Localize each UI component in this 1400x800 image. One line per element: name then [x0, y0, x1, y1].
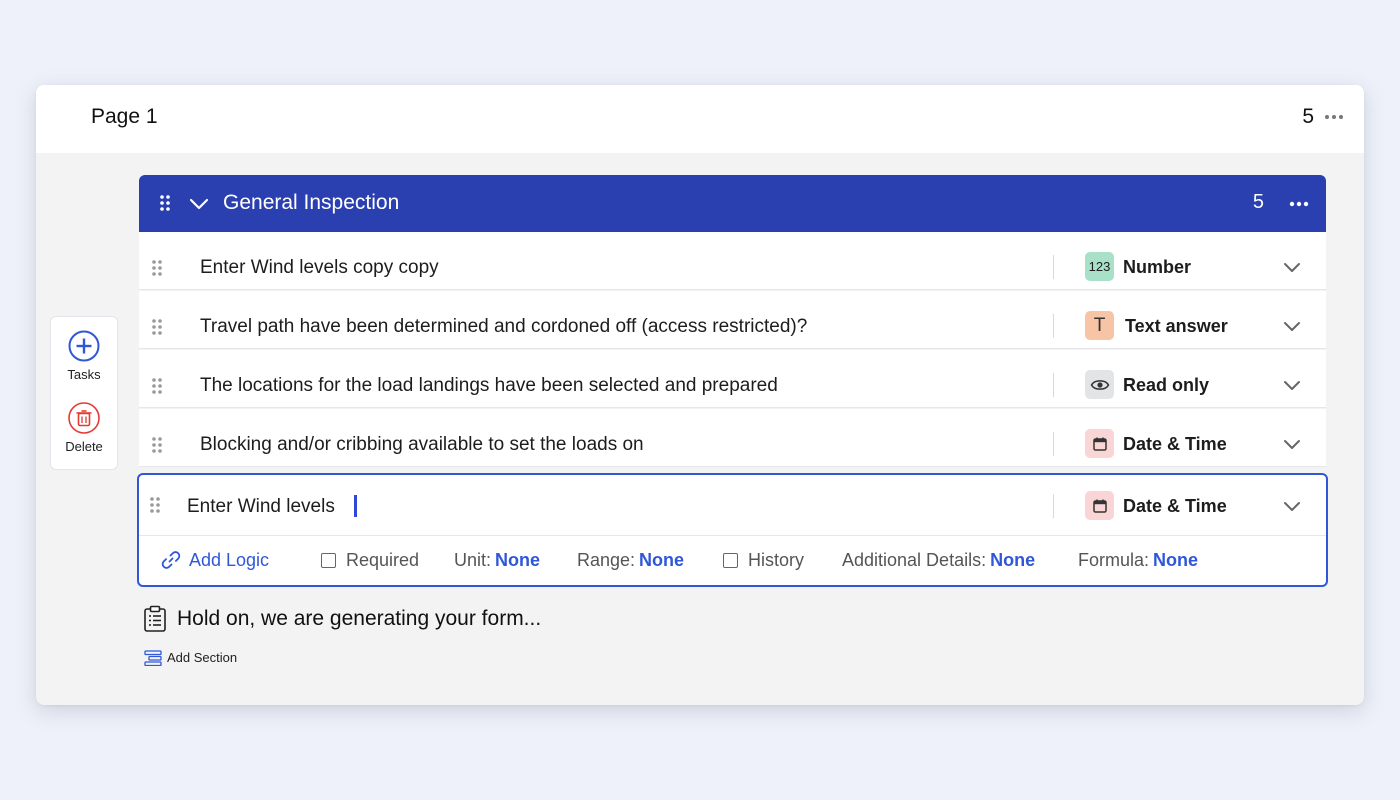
history-label: History	[748, 550, 805, 570]
response-type-label: Text answer	[1125, 316, 1228, 336]
active-question-row[interactable]: Date & Time Add Logic Required Unit:None…	[137, 473, 1328, 587]
page-header: Page 1 5	[36, 85, 1364, 153]
range-option[interactable]: Range: None	[577, 550, 684, 571]
history-checkbox[interactable]: History	[723, 550, 804, 571]
calendar-icon	[1085, 429, 1114, 458]
response-type-label: Read only	[1123, 375, 1210, 395]
number-badge-text: 123	[1088, 259, 1111, 274]
formula-label: Formula:	[1078, 550, 1150, 570]
question-text-input[interactable]	[187, 492, 987, 522]
number-type-icon: 123	[1085, 252, 1114, 281]
unit-label: Unit:	[454, 550, 492, 570]
section-header[interactable]: General Inspection 5	[139, 175, 1326, 232]
calendar-icon	[1085, 491, 1114, 520]
section-question-count: 5	[1252, 191, 1264, 213]
required-checkbox[interactable]: Required	[321, 550, 419, 571]
question-text[interactable]: Blocking and/or cribbing available to se…	[200, 434, 644, 456]
tasks-label: Tasks	[67, 367, 101, 382]
delete-button[interactable]: Delete	[51, 401, 117, 454]
formula-value: None	[1153, 550, 1199, 570]
drag-handle-icon[interactable]	[151, 259, 163, 282]
add-logic-button[interactable]: Add Logic	[161, 550, 269, 575]
additional-details-value: None	[990, 550, 1036, 570]
unit-value: None	[495, 550, 541, 570]
chevron-down-icon[interactable]	[1283, 500, 1301, 512]
collapse-chevron-icon[interactable]	[189, 194, 209, 219]
drag-handle-icon[interactable]	[159, 194, 171, 217]
required-label: Required	[346, 550, 420, 570]
drag-handle-icon[interactable]	[151, 436, 163, 459]
drag-handle-icon[interactable]	[149, 496, 161, 519]
eye-icon	[1085, 370, 1114, 399]
drag-handle-icon[interactable]	[151, 377, 163, 400]
add-task-button[interactable]: Tasks	[51, 329, 117, 382]
page-more-icon[interactable]	[1322, 107, 1346, 127]
link-icon	[161, 550, 181, 575]
question-text[interactable]: Travel path have been determined and cor…	[200, 316, 807, 338]
delete-label: Delete	[65, 439, 103, 454]
form-builder-card: Page 1 5 Tasks Delete General Inspection…	[36, 85, 1364, 705]
divider	[1053, 432, 1054, 456]
response-type-label: Date & Time	[1123, 496, 1227, 516]
range-label: Range:	[577, 550, 636, 570]
question-text[interactable]: The locations for the load landings have…	[200, 375, 778, 397]
divider	[1053, 314, 1054, 338]
add-section-icon	[144, 650, 162, 671]
question-row[interactable]: Enter Wind levels copy copy 123 Number	[139, 232, 1326, 290]
clipboard-icon	[141, 605, 169, 638]
divider	[1053, 494, 1054, 518]
divider	[1053, 255, 1054, 279]
range-value: None	[639, 550, 685, 570]
section-more-icon[interactable]	[1286, 194, 1312, 214]
generating-message: Hold on, we are generating your form...	[177, 607, 542, 630]
add-logic-label: Add Logic	[189, 550, 270, 570]
text-caret	[354, 495, 357, 517]
drag-handle-icon[interactable]	[151, 318, 163, 341]
question-row[interactable]: The locations for the load landings have…	[139, 350, 1326, 408]
response-type-label: Date & Time	[1123, 434, 1227, 454]
formula-option[interactable]: Formula: None	[1078, 550, 1198, 571]
chevron-down-icon[interactable]	[1283, 438, 1301, 450]
checkbox-icon	[723, 553, 738, 568]
text-type-icon: T	[1085, 311, 1114, 340]
additional-details-label: Additional Details:	[842, 550, 987, 570]
question-text[interactable]: Enter Wind levels copy copy	[200, 257, 439, 279]
chevron-down-icon[interactable]	[1283, 320, 1301, 332]
plus-circle-icon	[51, 329, 117, 363]
text-badge-letter: T	[1093, 314, 1106, 336]
page-title: Page 1	[91, 105, 158, 128]
chevron-down-icon[interactable]	[1283, 261, 1301, 273]
additional-details-option[interactable]: Additional Details: None	[842, 550, 1035, 571]
chevron-down-icon[interactable]	[1283, 379, 1301, 391]
floating-toolbox: Tasks Delete	[50, 316, 118, 470]
unit-option[interactable]: Unit: None	[454, 550, 540, 571]
divider	[1053, 373, 1054, 397]
question-row[interactable]: Blocking and/or cribbing available to se…	[139, 409, 1326, 467]
page-question-count: 5	[1302, 105, 1314, 128]
section-title[interactable]: General Inspection	[223, 191, 399, 215]
trash-icon	[51, 401, 117, 435]
question-row[interactable]: Travel path have been determined and cor…	[139, 291, 1326, 349]
question-options-bar: Add Logic Required Unit: None Range: None …	[139, 535, 1326, 587]
checkbox-icon	[321, 553, 336, 568]
add-section-label: Add Section	[167, 650, 238, 665]
response-type-label: Number	[1123, 257, 1192, 277]
